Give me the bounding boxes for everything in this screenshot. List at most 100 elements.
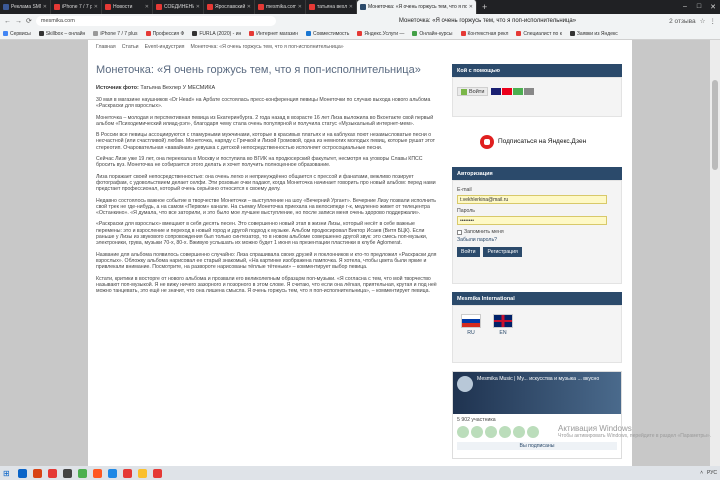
remember-checkbox[interactable] bbox=[457, 229, 462, 235]
vk-group-name[interactable]: Mesmika Music | Му... искусства и музыка… bbox=[477, 376, 599, 382]
close-icon[interactable]: ✕ bbox=[349, 4, 353, 10]
avatar[interactable] bbox=[471, 426, 483, 438]
bookmark-label: Специалист по к bbox=[523, 30, 562, 37]
tray-up-icon[interactable]: ˄ bbox=[700, 470, 703, 476]
taskbar-app-icon[interactable] bbox=[63, 468, 72, 478]
scrollbar[interactable] bbox=[710, 40, 720, 466]
language-box: RU EN bbox=[452, 305, 622, 363]
tab-item[interactable]: татьяна вехлер - статьи✕ bbox=[306, 0, 357, 14]
scroll-thumb[interactable] bbox=[712, 80, 718, 170]
avatar[interactable] bbox=[513, 426, 525, 438]
tab-item[interactable]: Реклама SMM-менеджер✕ bbox=[0, 0, 51, 14]
close-icon[interactable]: ✕ bbox=[196, 4, 200, 10]
taskbar-app-icon[interactable] bbox=[18, 468, 27, 478]
taskbar-app-icon[interactable] bbox=[153, 468, 162, 478]
yandex-login-button[interactable]: Войти bbox=[457, 87, 489, 96]
tab-item[interactable]: iPhone 7 / 7 plus✕ bbox=[51, 0, 102, 14]
close-icon[interactable]: ✕ bbox=[145, 4, 149, 10]
article-paragraph: В России все певицы ассоциируются с глам… bbox=[96, 132, 436, 151]
remember-me[interactable]: Запомнить меня bbox=[457, 229, 617, 235]
password-label: Пароль bbox=[457, 208, 475, 214]
new-tab-button[interactable]: + bbox=[477, 2, 492, 12]
maximize-icon[interactable]: □ bbox=[692, 3, 706, 11]
bookmark-item[interactable]: Яндекс.Услуги — bbox=[357, 31, 404, 37]
bookmark-favicon bbox=[460, 31, 466, 36]
article-paragraph: Сейчас Лизе уже 19 лет, она переехала в … bbox=[96, 156, 423, 169]
register-button[interactable]: Регистрация bbox=[483, 247, 522, 257]
password-field[interactable] bbox=[457, 216, 607, 225]
lang-en-link[interactable]: EN bbox=[493, 314, 513, 354]
taskbar-app-icon[interactable] bbox=[48, 468, 57, 478]
payment-icon bbox=[502, 87, 513, 95]
bookmark-item[interactable]: Skillbox – онлайн bbox=[38, 31, 85, 37]
close-window-icon[interactable]: ✕ bbox=[706, 3, 720, 11]
lang-en-label: EN bbox=[499, 330, 507, 336]
byline-label: Источник фото: bbox=[96, 85, 139, 91]
remember-label: Запомнить меня bbox=[464, 229, 504, 235]
tab-item[interactable]: Новости ✕ bbox=[102, 0, 153, 14]
taskbar-app-icon[interactable] bbox=[78, 468, 87, 478]
bookmark-item[interactable]: Специалист по к bbox=[516, 31, 562, 37]
breadcrumb-item[interactable]: Главная bbox=[96, 44, 116, 50]
article: Монеточка: «Я очень горжусь тем, что я п… bbox=[96, 64, 442, 299]
bookmark-item[interactable]: FURLA (2020) - ин bbox=[192, 31, 241, 37]
forgot-password-link[interactable]: Забыли пароль? bbox=[457, 237, 617, 243]
login-button[interactable]: Войти bbox=[457, 247, 480, 257]
help-header: Кой с помощью bbox=[452, 64, 622, 77]
tab-item[interactable]: mesmika.com - Яндекс наш✕ bbox=[255, 0, 306, 14]
taskbar-app-icon[interactable] bbox=[123, 468, 132, 478]
close-icon[interactable]: ✕ bbox=[247, 4, 251, 10]
taskbar-app-icon[interactable] bbox=[33, 468, 42, 478]
reload-icon[interactable]: ⟳ bbox=[26, 17, 32, 25]
avatar[interactable] bbox=[499, 426, 511, 438]
minimize-icon[interactable]: – bbox=[678, 3, 692, 11]
forward-icon[interactable]: → bbox=[15, 18, 22, 25]
bookmark-item[interactable]: Совместимость bbox=[306, 31, 349, 37]
avatar[interactable] bbox=[457, 426, 469, 438]
dzen-text: Подписаться на Яндекс.Дзен bbox=[498, 138, 587, 146]
avatar[interactable] bbox=[527, 426, 539, 438]
bookmark-label: Сервисы bbox=[10, 30, 31, 37]
dzen-subscribe[interactable]: Подписаться на Яндекс.Дзен bbox=[452, 117, 622, 167]
breadcrumb-item[interactable]: Статьи bbox=[122, 44, 139, 50]
article-body: 30 мая в магазине наушников «Dr Head» на… bbox=[96, 97, 442, 294]
close-icon[interactable]: ✕ bbox=[94, 4, 98, 10]
breadcrumb-item[interactable]: Монеточка: «Я очень горжусь тем, что я п… bbox=[190, 44, 343, 50]
bookmark-item[interactable]: iPhone 7 / 7 plus bbox=[93, 31, 138, 37]
close-icon[interactable]: ✕ bbox=[298, 4, 302, 10]
bookmark-favicon bbox=[516, 31, 522, 36]
auth-header: Авторизация bbox=[452, 167, 622, 180]
bookmark-item[interactable]: Заявки из Яндекс bbox=[569, 31, 618, 37]
back-icon[interactable]: ← bbox=[4, 18, 11, 25]
bookmark-item[interactable]: Профессия Ф bbox=[145, 31, 184, 37]
close-icon[interactable]: ✕ bbox=[43, 4, 47, 10]
bookmark-item[interactable]: Сервисы bbox=[3, 31, 31, 37]
tab-item[interactable]: СОЕДИНЕНИЕ НЕТ!✕ bbox=[153, 0, 204, 14]
taskbar-app-icon[interactable] bbox=[108, 468, 117, 478]
taskbar-app-icon[interactable] bbox=[138, 468, 147, 478]
notice-badge[interactable]: 2 отзыва bbox=[669, 18, 696, 25]
windows-start-icon[interactable]: ⊞ bbox=[3, 469, 12, 478]
tab-active[interactable]: Монеточка: «Я очень горжусь тем, что я п… bbox=[357, 0, 477, 14]
bookmark-item[interactable]: Контекстная рекл bbox=[460, 31, 508, 37]
bookmark-item[interactable]: Онлайн-курсы bbox=[412, 31, 453, 37]
tab-item[interactable]: Ярославский Татьяна Вехл✕ bbox=[204, 0, 255, 14]
help-button-label: Войти bbox=[469, 88, 485, 95]
bookmark-item[interactable]: Интернет магазин bbox=[249, 31, 298, 37]
bookmark-label: Интернет магазин bbox=[256, 30, 298, 37]
russia-flag-icon bbox=[461, 314, 481, 328]
breadcrumb: Главная Статьи Event-индустрия Монеточка: «… bbox=[96, 44, 350, 50]
menu-icon[interactable]: ⋮ bbox=[710, 17, 717, 25]
star-icon[interactable]: ☆ bbox=[700, 17, 706, 25]
avatar[interactable] bbox=[485, 426, 497, 438]
taskbar-app-icon[interactable] bbox=[93, 468, 102, 478]
language-indicator[interactable]: РУС bbox=[707, 470, 717, 476]
article-paragraph: Монеточка – молодая и перспективная певи… bbox=[96, 114, 434, 127]
bookmark-favicon bbox=[145, 31, 151, 36]
email-field[interactable] bbox=[457, 195, 607, 204]
close-icon[interactable]: ✕ bbox=[469, 4, 473, 10]
vk-subscribe-button[interactable]: Вы подписаны bbox=[457, 442, 617, 450]
url-field[interactable]: mesmika.com bbox=[35, 16, 276, 26]
breadcrumb-item[interactable]: Event-индустрия bbox=[145, 44, 185, 50]
lang-ru-link[interactable]: RU bbox=[461, 314, 481, 354]
